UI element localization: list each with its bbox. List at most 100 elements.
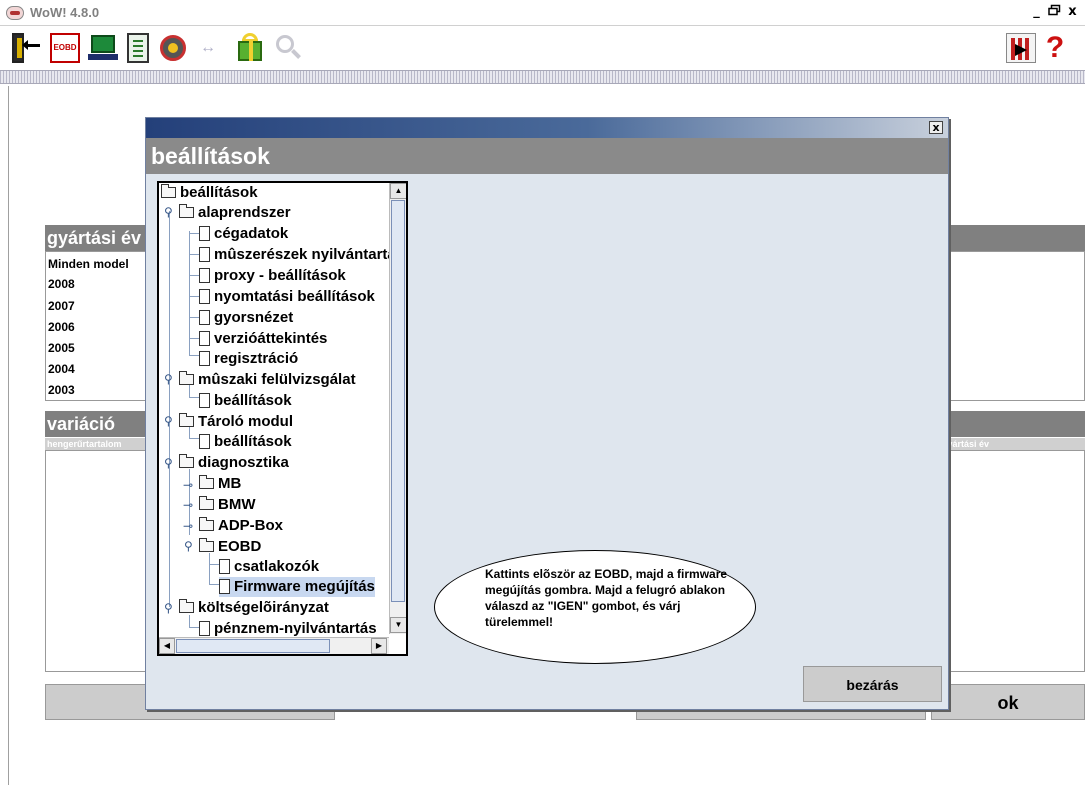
maximize-button[interactable] — [1046, 4, 1063, 20]
file-icon — [199, 310, 210, 325]
hint-text: Kattints elõször az EOBD, majd a firmwar… — [485, 567, 728, 629]
expand-handle-icon[interactable]: ⚲ — [164, 457, 173, 469]
transfer-arrows-icon[interactable]: ↔ — [200, 33, 226, 63]
app-logo-icon — [6, 6, 24, 20]
tree-item-regisztracio[interactable]: regisztráció — [199, 349, 298, 369]
pointer-button[interactable] — [1006, 33, 1036, 63]
scroll-up-icon[interactable]: ▲ — [390, 183, 406, 199]
window-controls: _ x — [1028, 4, 1081, 20]
tree-item-muszaki-beallitasok[interactable]: beállítások — [199, 391, 292, 411]
file-icon — [199, 621, 210, 636]
expand-handle-icon[interactable]: ⚲ — [164, 602, 173, 614]
folder-icon — [179, 204, 194, 218]
scroll-right-icon[interactable]: ▶ — [371, 638, 387, 654]
document-button[interactable] — [127, 33, 149, 63]
file-icon — [199, 226, 210, 241]
folder-icon — [179, 371, 194, 385]
folder-icon — [199, 517, 214, 531]
tree-item-verzio[interactable]: verzióáttekintés — [199, 329, 327, 349]
file-icon — [199, 247, 210, 262]
scroll-down-icon[interactable]: ▼ — [390, 617, 406, 633]
dialog-close-icon[interactable]: x — [929, 121, 943, 134]
folder-icon — [199, 475, 214, 489]
tree-item-muszaki[interactable]: mûszaki felülvizsgálat — [179, 370, 356, 390]
file-icon — [219, 579, 230, 594]
tree-item-firmware[interactable]: Firmware megújítás — [219, 577, 375, 597]
exit-button[interactable] — [12, 33, 40, 63]
expand-handle-icon[interactable]: ⚲ — [164, 206, 173, 218]
folder-icon — [199, 496, 214, 510]
tree-item-alaprendszer[interactable]: alaprendszer — [179, 203, 291, 223]
variation-list-right[interactable] — [940, 450, 1085, 672]
window-title: WoW! 4.8.0 — [30, 5, 100, 20]
tree-item-diagnosztika[interactable]: diagnosztika — [179, 453, 289, 473]
year-panel-header-right — [940, 225, 1085, 251]
expand-handle-icon[interactable]: ⚲ — [184, 540, 193, 552]
tree-item-cegadatok[interactable]: cégadatok — [199, 224, 288, 244]
close-window-button[interactable]: x — [1064, 4, 1081, 20]
folder-icon — [161, 184, 176, 198]
expand-handle-icon[interactable]: ⚲ — [164, 373, 173, 385]
variation-list[interactable] — [45, 450, 155, 672]
collapse-handle-icon[interactable]: ⊸ — [183, 520, 193, 532]
settings-tree[interactable]: ⚲ ⚲ ⚲ ⚲ ⊸ ⊸ ⊸ ⚲ ⚲ beállítások alaprendsz… — [157, 181, 408, 656]
tree-item-csatlakozok[interactable]: csatlakozók — [219, 557, 319, 577]
main-toolbar: EOBD ↔ ? — [0, 27, 1085, 70]
gift-button[interactable] — [236, 33, 264, 63]
ok-button[interactable]: ok — [931, 684, 1085, 720]
tree-horizontal-scrollbar[interactable]: ◀ ▶ — [159, 637, 389, 654]
tree-item-muszereszek[interactable]: mûszerészek nyilvántartása — [199, 245, 406, 265]
scroll-thumb[interactable] — [391, 200, 405, 602]
maximize-icon — [1048, 4, 1061, 16]
variation-panel-header-right — [940, 411, 1085, 437]
tree-item-gyorsnezet[interactable]: gyorsnézet — [199, 308, 293, 328]
tree-vertical-scrollbar[interactable]: ▲ ▼ — [389, 183, 406, 634]
collapse-handle-icon[interactable]: ⊸ — [183, 479, 193, 491]
year-list[interactable]: Minden model 2008 2007 2006 2005 2004 20… — [45, 251, 155, 401]
search-button[interactable] — [274, 33, 302, 63]
column-header-displacement[interactable]: hengerűrtartalom — [45, 438, 155, 450]
eobd-button[interactable]: EOBD — [50, 33, 80, 63]
year-list-right[interactable] — [940, 251, 1085, 401]
tree-item-koltseg[interactable]: költségelõirányzat — [179, 598, 329, 618]
refresh-button[interactable] — [158, 33, 188, 63]
folder-icon — [179, 413, 194, 427]
tree-item-eobd[interactable]: EOBD — [199, 537, 261, 557]
list-item[interactable]: 2005 — [48, 341, 75, 355]
year-panel-header: gyártási év — [45, 225, 155, 251]
tree-item-nyomtatasi[interactable]: nyomtatási beállítások — [199, 287, 375, 307]
tree-item-adp-box[interactable]: ADP-Box — [199, 516, 283, 536]
tree-item-mb[interactable]: MB — [199, 474, 241, 494]
tree-item-root[interactable]: beállítások — [161, 183, 258, 203]
tree-item-proxy[interactable]: proxy - beállítások — [199, 266, 346, 286]
collapse-handle-icon[interactable]: ⊸ — [183, 499, 193, 511]
list-item[interactable]: 2004 — [48, 362, 75, 376]
list-item[interactable]: Minden model — [48, 257, 129, 271]
expand-handle-icon[interactable]: ⚲ — [164, 415, 173, 427]
close-button[interactable]: bezárás — [803, 666, 942, 702]
laptop-button[interactable] — [88, 33, 118, 63]
folder-icon — [179, 599, 194, 613]
refresh-icon — [160, 35, 186, 61]
file-icon — [199, 393, 210, 408]
tree-item-tarolo-beallitasok[interactable]: beállítások — [199, 432, 292, 452]
list-item[interactable]: 2003 — [48, 383, 75, 397]
scroll-thumb-horizontal[interactable] — [176, 639, 330, 653]
minimize-button[interactable]: _ — [1028, 4, 1045, 20]
tree-item-bmw[interactable]: BMW — [199, 495, 256, 515]
list-item[interactable]: 2006 — [48, 320, 75, 334]
tree-item-tarolo[interactable]: Tároló modul — [179, 412, 293, 432]
help-button[interactable]: ? — [1040, 33, 1070, 63]
file-icon — [199, 434, 210, 449]
list-item[interactable]: 2008 — [48, 277, 75, 291]
tree-item-penznem[interactable]: pénznem-nyilvántartás — [199, 619, 377, 639]
dialog-titlebar: x — [146, 118, 948, 138]
list-item[interactable]: 2007 — [48, 299, 75, 313]
scroll-left-icon[interactable]: ◀ — [159, 638, 175, 654]
hint-bubble: Kattints elõször az EOBD, majd a firmwar… — [434, 550, 756, 664]
folder-icon — [179, 454, 194, 468]
column-header-year[interactable]: gyártási év — [940, 438, 1085, 450]
folder-icon — [199, 538, 214, 552]
settings-dialog: x beállítások ⚲ ⚲ ⚲ ⚲ ⊸ ⊸ ⊸ ⚲ ⚲ beállítá… — [145, 117, 949, 710]
left-border — [8, 86, 9, 785]
